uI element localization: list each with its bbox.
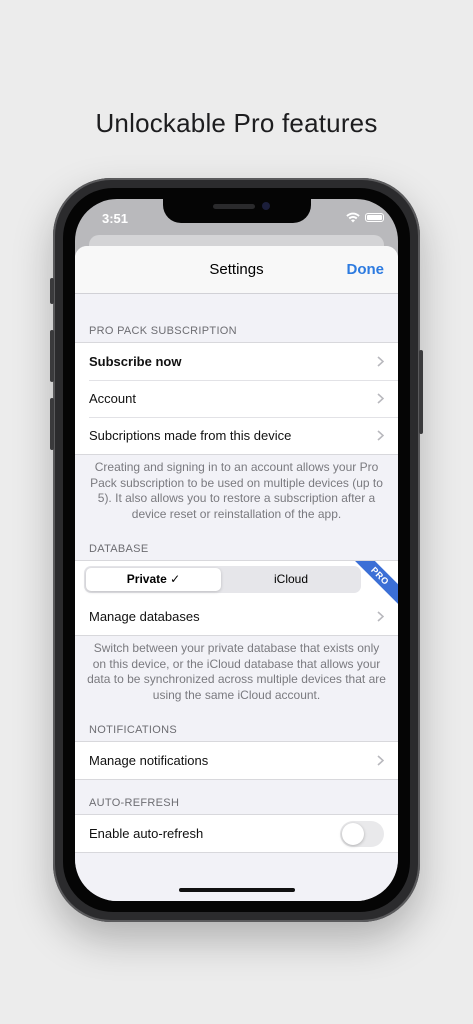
phone-screen: 3:51 Settings Done PRO PACK SUBSCRIPTION… — [75, 199, 398, 901]
manage-notifications-row[interactable]: Manage notifications — [75, 742, 398, 779]
pro-pack-group: Subscribe now Account Subcriptions made … — [75, 342, 398, 455]
silent-switch — [50, 278, 54, 304]
chevron-right-icon — [377, 755, 384, 766]
account-row[interactable]: Account — [75, 380, 398, 417]
section-header-auto-refresh: AUTO-REFRESH — [89, 797, 180, 809]
manage-databases-row[interactable]: Manage databases — [75, 598, 398, 635]
chevron-right-icon — [377, 430, 384, 441]
status-bar: 3:51 — [75, 199, 398, 239]
chevron-right-icon — [377, 611, 384, 622]
volume-down-button — [50, 398, 54, 450]
notifications-group: Manage notifications — [75, 741, 398, 780]
database-group: Private ✓ iCloud PRO Manage databases — [75, 560, 398, 636]
camera — [262, 202, 270, 210]
notch — [163, 199, 311, 223]
database-footer: Switch between your private database tha… — [87, 641, 386, 702]
row-label: Manage notifications — [89, 753, 209, 768]
battery-icon — [365, 213, 384, 222]
home-indicator[interactable] — [179, 888, 295, 892]
section-header-database: DATABASE — [89, 543, 149, 555]
auto-refresh-row: Enable auto-refresh — [75, 815, 398, 852]
row-label: Enable auto-refresh — [89, 826, 204, 841]
row-label: Manage databases — [89, 609, 200, 624]
done-button[interactable]: Done — [347, 261, 385, 278]
subscribe-now-row[interactable]: Subscribe now — [75, 343, 398, 380]
row-label: Account — [89, 391, 136, 406]
settings-sheet: Settings Done PRO PACK SUBSCRIPTION Subs… — [75, 246, 398, 901]
wifi-icon — [346, 212, 360, 223]
database-segment-row: Private ✓ iCloud PRO — [75, 561, 398, 608]
database-segmented-control: Private ✓ iCloud — [84, 566, 361, 593]
section-header-notifications: NOTIFICATIONS — [89, 724, 178, 736]
auto-refresh-toggle[interactable] — [340, 821, 384, 847]
pro-pack-footer: Creating and signing in to an account al… — [90, 460, 383, 521]
volume-up-button — [50, 330, 54, 382]
chevron-right-icon — [377, 393, 384, 404]
section-header-pro-pack: PRO PACK SUBSCRIPTION — [89, 325, 237, 337]
headline: Unlockable Pro features — [95, 108, 378, 138]
status-time: 3:51 — [102, 211, 129, 226]
navigation-bar: Settings Done — [75, 246, 398, 294]
segment-icloud[interactable]: iCloud — [223, 568, 359, 591]
auto-refresh-group: Enable auto-refresh — [75, 814, 398, 853]
segment-private[interactable]: Private ✓ — [86, 568, 221, 591]
row-label: Subcriptions made from this device — [89, 428, 292, 443]
subscriptions-device-row[interactable]: Subcriptions made from this device — [75, 417, 398, 454]
row-label: Subscribe now — [89, 354, 182, 369]
toggle-knob — [342, 823, 364, 845]
chevron-right-icon — [377, 356, 384, 367]
power-button — [419, 350, 423, 434]
speaker — [213, 204, 255, 209]
